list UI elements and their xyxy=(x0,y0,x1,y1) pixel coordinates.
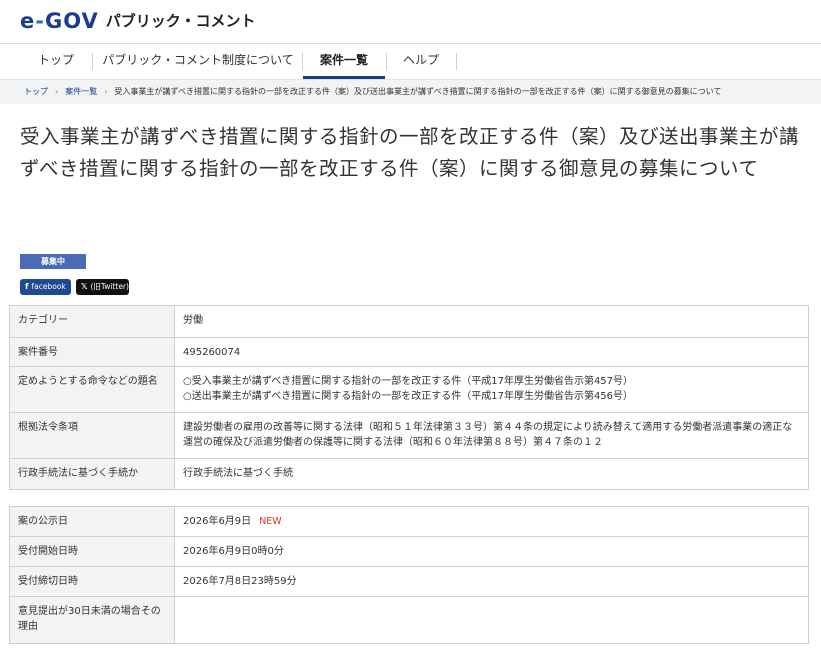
global-nav: トップ パブリック・コメント制度について 案件一覧 ヘルプ xyxy=(0,44,821,80)
nav-divider xyxy=(456,53,457,70)
nav-item-about[interactable]: パブリック・コメント制度について xyxy=(100,44,296,79)
egov-logo[interactable]: e-GOV パブリック・コメント xyxy=(20,10,255,32)
status-badge: 募集中 xyxy=(20,254,86,269)
schedule-info-table: 案の公示日 2026年6月9日 NEW 受付開始日時 2026年6月9日0時0分 … xyxy=(9,506,809,644)
page-title: 受入事業主が講ずべき措置に関する指針の一部を改正する件（案）及び送出事業主が講ず… xyxy=(20,125,800,180)
x-share-button[interactable]: 𝕏 (旧Twitter) xyxy=(76,279,129,295)
nav-divider xyxy=(92,53,93,70)
row-value-deadline-datetime: 2026年7月8日23時59分 xyxy=(175,567,808,596)
breadcrumb: トップ › 案件一覧 › 受入事業主が講ずべき措置に関する指針の一部を改正する件（案）及… xyxy=(0,80,821,104)
row-value-legal-basis: 建設労働者の雇用の改善等に関する法律（昭和５１年法律第３３号）第４４条の規定によ… xyxy=(175,413,808,458)
publication-date-value: 2026年6月9日 xyxy=(183,516,252,527)
row-value-short-period-reason xyxy=(175,597,808,643)
table-row: 受付締切日時 2026年7月8日23時59分 xyxy=(10,567,808,597)
nav-item-case-list[interactable]: 案件一覧 xyxy=(303,44,385,79)
breadcrumb-current: 受入事業主が講ずべき措置に関する指針の一部を改正する件（案）及び送出事業主が講ず… xyxy=(114,87,722,96)
table-row: 意見提出が30日未満の場合その理由 xyxy=(10,597,808,643)
breadcrumb-link-top[interactable]: トップ xyxy=(24,87,48,96)
table-row: 案の公示日 2026年6月9日 NEW xyxy=(10,507,808,537)
facebook-share-label: facebook xyxy=(31,282,66,291)
ordinance-title-line: ○送出事業主が講ずべき措置に関する指針の一部を改正する件（平成17年厚生労働省告… xyxy=(183,391,634,402)
row-value-procedure: 行政手続法に基づく手続 xyxy=(175,459,808,489)
row-value-publication-date: 2026年6月9日 NEW xyxy=(175,507,808,536)
row-label-deadline-datetime: 受付締切日時 xyxy=(10,567,175,596)
table-row: 定めようとする命令などの題名 ○受入事業主が講ずべき措置に関する指針の一部を改正… xyxy=(10,367,808,413)
facebook-icon: f xyxy=(25,282,29,291)
row-value-case-number: 495260074 xyxy=(175,338,808,366)
nav-item-help[interactable]: ヘルプ xyxy=(387,44,455,79)
case-info-table: カテゴリー 労働 案件番号 495260074 定めようとする命令などの題名 ○… xyxy=(9,305,809,490)
row-value-ordinance-title: ○受入事業主が講ずべき措置に関する指針の一部を改正する件（平成17年厚生労働省告… xyxy=(175,367,808,412)
new-badge: NEW xyxy=(259,516,282,527)
row-label-ordinance-title: 定めようとする命令などの題名 xyxy=(10,367,175,412)
breadcrumb-separator: › xyxy=(55,87,59,96)
logo-subtitle: パブリック・コメント xyxy=(105,12,256,30)
facebook-share-button[interactable]: f facebook xyxy=(20,279,71,295)
row-label-short-period-reason: 意見提出が30日未満の場合その理由 xyxy=(10,597,175,643)
x-share-label: (旧Twitter) xyxy=(90,282,129,291)
row-label-procedure: 行政手続法に基づく手続か xyxy=(10,459,175,489)
row-value-start-datetime: 2026年6月9日0時0分 xyxy=(175,537,808,566)
x-icon: 𝕏 xyxy=(81,282,88,291)
ordinance-title-line: ○受入事業主が講ずべき措置に関する指針の一部を改正する件（平成17年厚生労働省告… xyxy=(183,376,634,387)
table-row: 受付開始日時 2026年6月9日0時0分 xyxy=(10,537,808,567)
breadcrumb-link-case-list[interactable]: 案件一覧 xyxy=(65,87,97,96)
table-row: 案件番号 495260074 xyxy=(10,338,808,367)
table-row: 行政手続法に基づく手続か 行政手続法に基づく手続 xyxy=(10,459,808,489)
logo-mark: e-GOV xyxy=(20,9,99,33)
row-label-legal-basis: 根拠法令条項 xyxy=(10,413,175,458)
table-row: カテゴリー 労働 xyxy=(10,306,808,338)
row-label-category: カテゴリー xyxy=(10,306,175,337)
breadcrumb-separator: › xyxy=(104,87,108,96)
row-label-case-number: 案件番号 xyxy=(10,338,175,366)
nav-item-top[interactable]: トップ xyxy=(20,44,92,79)
row-label-start-datetime: 受付開始日時 xyxy=(10,537,175,566)
site-header: e-GOV パブリック・コメント xyxy=(0,0,821,44)
row-label-publication-date: 案の公示日 xyxy=(10,507,175,536)
table-row: 根拠法令条項 建設労働者の雇用の改善等に関する法律（昭和５１年法律第３３号）第４… xyxy=(10,413,808,459)
row-value-category: 労働 xyxy=(175,306,808,337)
